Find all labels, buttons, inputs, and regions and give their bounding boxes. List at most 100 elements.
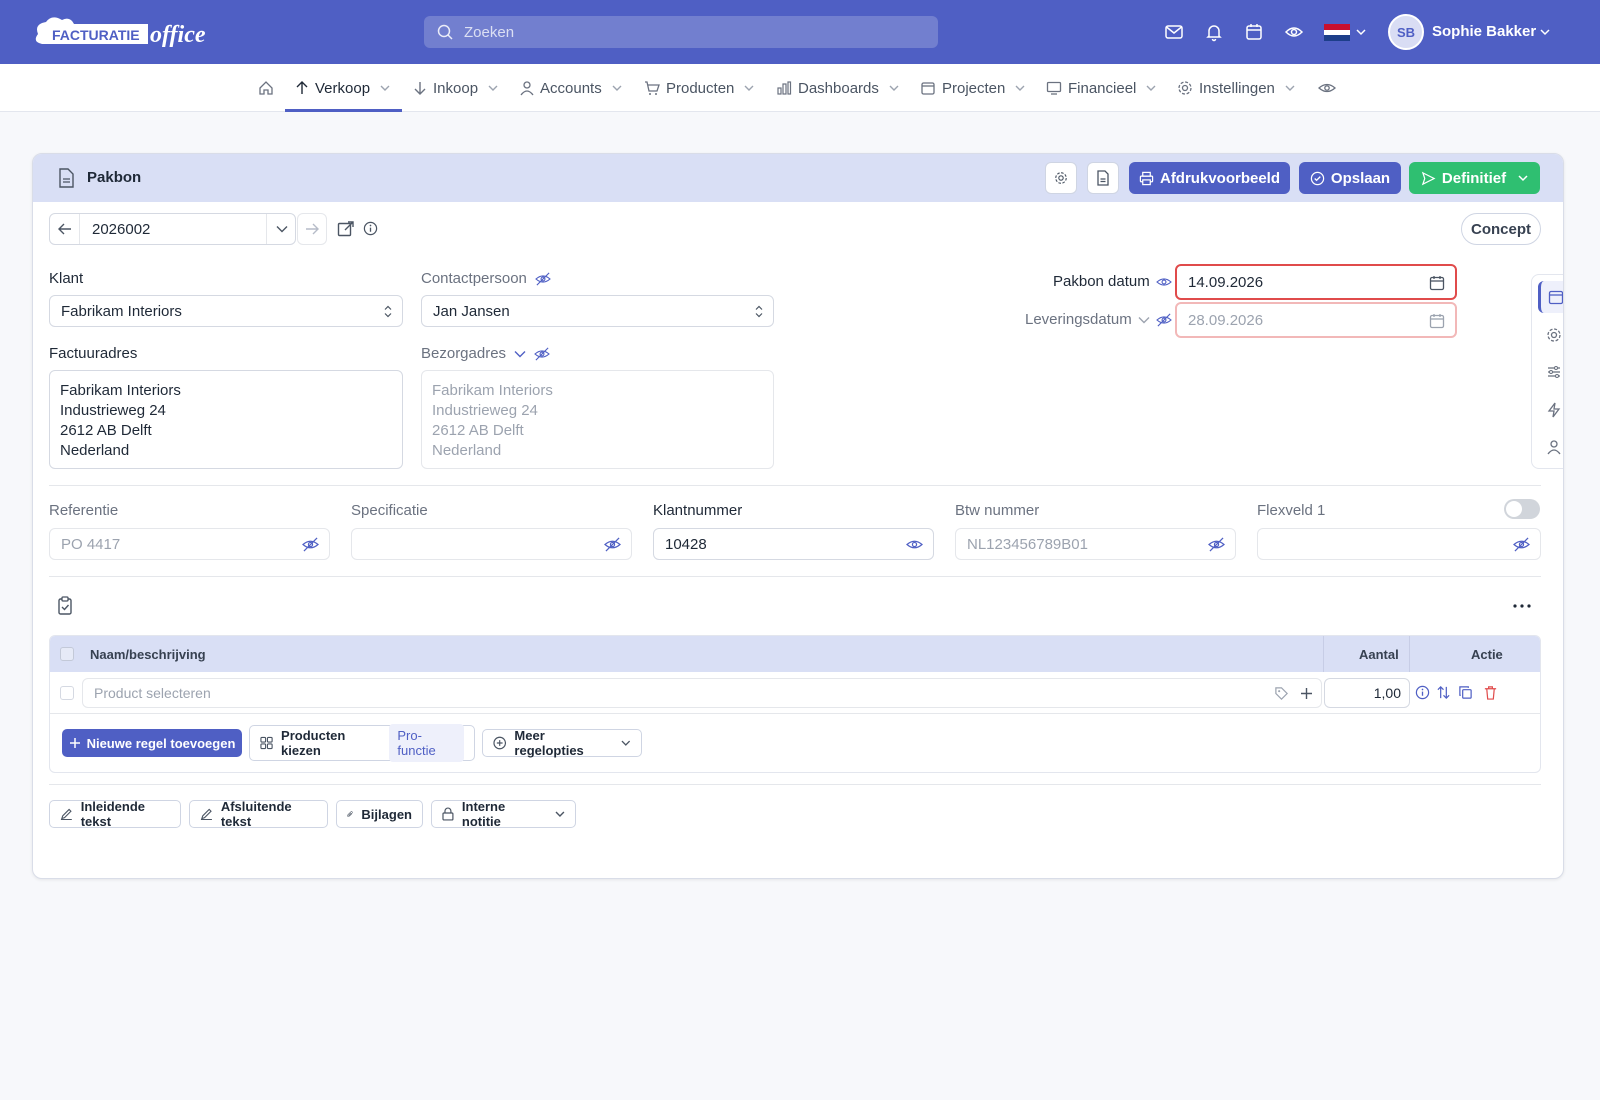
closing-text-button[interactable]: Afsluitende tekst [189, 799, 328, 829]
eye-off-icon[interactable] [1155, 312, 1172, 327]
calendar-icon[interactable] [1244, 22, 1264, 42]
edit-external-icon[interactable] [337, 220, 355, 238]
previous-button[interactable] [50, 214, 80, 244]
home-icon [259, 81, 273, 95]
plus-icon [69, 738, 80, 748]
bell-icon[interactable] [1204, 22, 1224, 42]
attachments-button[interactable]: Bijlagen [336, 800, 423, 828]
tag-icon[interactable] [1274, 686, 1289, 701]
leveringsdatum-label: Leveringsdatum [1025, 311, 1132, 328]
more-line-options-button[interactable]: Meer regelopties [482, 728, 642, 758]
info-icon[interactable] [363, 221, 378, 236]
eye-off-icon[interactable] [302, 537, 319, 552]
rail-user-button[interactable] [1546, 439, 1562, 455]
internal-note-button[interactable]: Interne notitie [431, 799, 576, 829]
info-icon[interactable] [1415, 685, 1430, 700]
referentie-input[interactable]: PO 4417 [49, 528, 330, 560]
rail-automation-button[interactable] [1546, 402, 1562, 418]
pdf-button[interactable] [1087, 162, 1119, 194]
nav-label: Dashboards [798, 79, 879, 97]
factuuradres-field[interactable]: Fabrikam Interiors Industrieweg 24 2612 … [49, 370, 403, 469]
nav-producten[interactable]: Producten [644, 64, 754, 112]
add-line-button[interactable]: Nieuwe regel toevoegen [62, 729, 242, 757]
next-button[interactable] [297, 213, 327, 245]
calendar-icon[interactable] [1429, 313, 1445, 329]
user-icon [1547, 440, 1561, 455]
status-badge[interactable]: Concept [1461, 213, 1541, 245]
bezorgadres-field[interactable]: Fabrikam Interiors Industrieweg 24 2612 … [421, 370, 774, 469]
svg-text:office: office [150, 22, 206, 48]
printer-icon [1139, 171, 1154, 185]
language-flag-nl-icon[interactable] [1324, 24, 1350, 41]
column-header-name: Naam/beschrijving [90, 647, 206, 662]
check-circle-icon [1310, 171, 1325, 185]
rail-settings-button[interactable] [1546, 327, 1562, 343]
clipboard-check-icon[interactable] [57, 596, 75, 616]
eye-icon[interactable] [906, 537, 923, 552]
nav-visibility-toggle[interactable] [1318, 64, 1336, 112]
avatar[interactable]: SB [1388, 14, 1424, 50]
number-dropdown-button[interactable] [266, 214, 296, 244]
settings-button[interactable] [1045, 162, 1077, 194]
nav-label: Inkoop [433, 79, 479, 97]
row-checkbox[interactable] [60, 686, 74, 700]
rail-calendar-button[interactable] [1538, 281, 1563, 313]
chevron-down-icon[interactable] [1138, 316, 1150, 324]
nav-instellingen[interactable]: Instellingen [1177, 64, 1295, 112]
eye-off-icon[interactable] [604, 537, 621, 552]
specificatie-input[interactable] [351, 528, 632, 560]
closing-text-label: Afsluitende tekst [220, 799, 292, 829]
trash-icon[interactable] [1483, 685, 1498, 700]
eye-off-icon[interactable] [534, 346, 550, 361]
btw-input[interactable]: NL123456789B01 [955, 528, 1236, 560]
choose-products-button[interactable]: Producten kiezen Pro-functie [249, 724, 475, 762]
calendar-icon[interactable] [1429, 275, 1445, 291]
save-button[interactable]: Opslaan [1299, 162, 1401, 194]
product-select-input[interactable]: Product selecteren [82, 678, 1322, 708]
eye-off-icon[interactable] [1208, 537, 1225, 552]
plus-icon[interactable] [1300, 687, 1313, 700]
mail-icon[interactable] [1164, 22, 1184, 42]
app-logo[interactable]: FACTURATIE office [30, 14, 210, 50]
klantnummer-input[interactable]: 10428 [653, 528, 934, 560]
document-number[interactable]: 2026002 [92, 221, 150, 238]
flexveld-input[interactable] [1257, 528, 1541, 560]
nav-dashboards[interactable]: Dashboards [776, 64, 899, 112]
chevron-down-icon [1015, 85, 1025, 91]
pakbon-datum-input[interactable]: 14.09.2026 [1175, 264, 1457, 300]
search-input[interactable]: Zoeken [424, 16, 938, 48]
rail-sliders-button[interactable] [1546, 364, 1562, 380]
nav-label: Projecten [942, 79, 1006, 97]
nav-inkoop[interactable]: Inkoop [413, 64, 498, 112]
nav-verkoop[interactable]: Verkoop [295, 64, 390, 112]
leveringsdatum-input[interactable]: 28.09.2026 [1175, 302, 1457, 338]
print-preview-button[interactable]: Afdrukvoorbeeld [1129, 162, 1290, 194]
product-placeholder: Product selecteren [94, 685, 211, 701]
klant-select[interactable]: Fabrikam Interiors [49, 295, 403, 327]
save-label: Opslaan [1330, 169, 1391, 187]
flexveld-toggle[interactable] [1504, 499, 1540, 519]
paperclip-icon [347, 811, 353, 817]
copy-icon[interactable] [1458, 685, 1473, 700]
nav-financieel[interactable]: Financieel [1046, 64, 1156, 112]
reorder-icon[interactable] [1436, 685, 1451, 700]
nav-accounts[interactable]: Accounts [520, 64, 622, 112]
chevron-down-icon[interactable] [1356, 28, 1366, 36]
chevron-down-icon[interactable] [514, 350, 526, 358]
nav-projecten[interactable]: Projecten [920, 64, 1025, 112]
eye-icon[interactable] [1155, 275, 1172, 289]
contact-select[interactable]: Jan Jansen [421, 295, 774, 327]
more-options-icon[interactable] [1513, 604, 1531, 608]
btw-label: Btw nummer [955, 502, 1040, 519]
eye-off-icon[interactable] [1513, 537, 1530, 552]
select-all-checkbox[interactable] [60, 647, 74, 661]
nav-home[interactable] [258, 64, 274, 112]
user-menu-chevron-icon[interactable] [1540, 28, 1550, 36]
eye-off-icon[interactable] [535, 271, 551, 286]
user-name[interactable]: Sophie Bakker [1432, 23, 1536, 40]
intro-text-button[interactable]: Inleidende tekst [49, 799, 181, 829]
column-divider [1409, 636, 1410, 672]
finalize-button[interactable]: Definitief [1409, 162, 1540, 194]
eye-icon[interactable] [1284, 22, 1304, 42]
quantity-input[interactable]: 1,00 [1324, 678, 1410, 708]
